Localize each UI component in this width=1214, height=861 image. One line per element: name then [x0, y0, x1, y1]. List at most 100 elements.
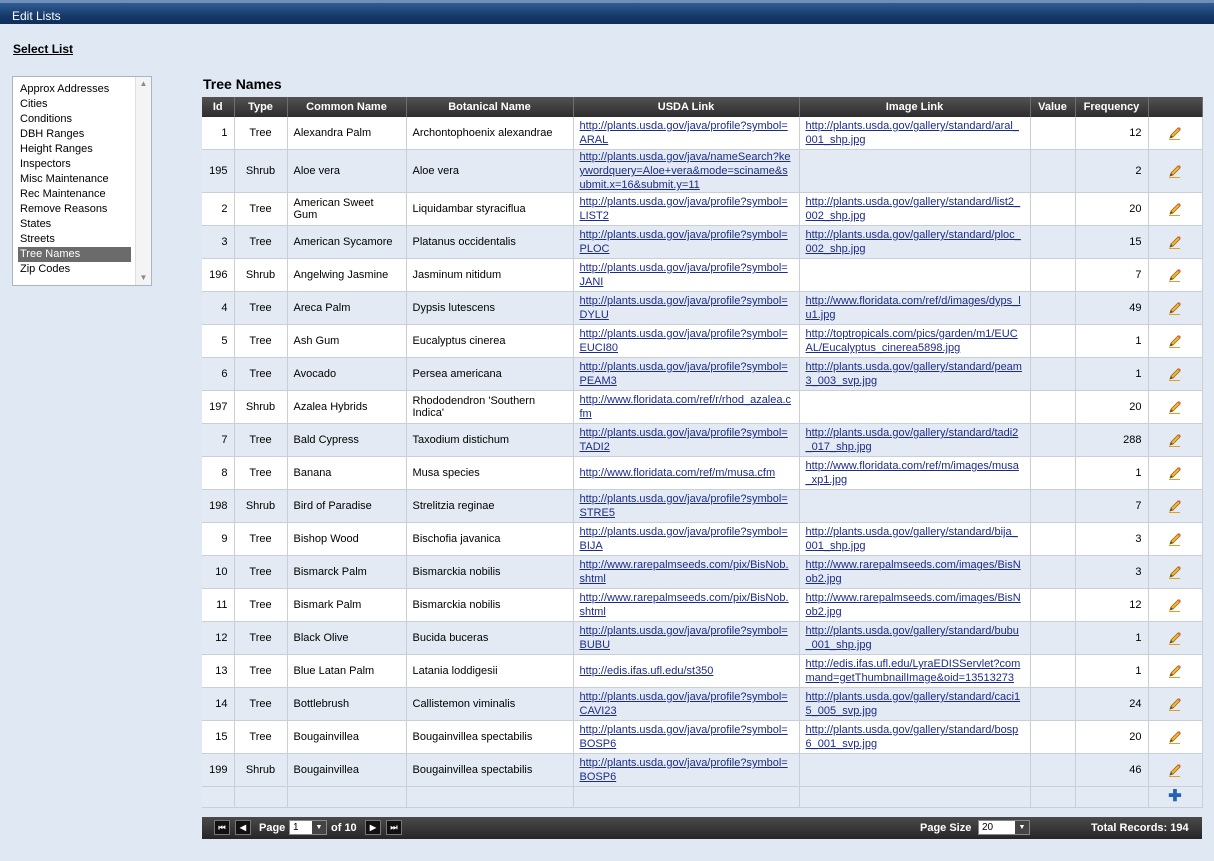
usda-link[interactable]: http://plants.usda.gov/java/profile?symb…: [580, 295, 788, 321]
column-header[interactable]: USDA Link: [573, 97, 800, 117]
usda-link[interactable]: http://plants.usda.gov/java/profile?symb…: [580, 427, 788, 453]
image-link[interactable]: http://www.floridata.com/ref/m/images/mu…: [806, 460, 1019, 486]
usda-link[interactable]: http://plants.usda.gov/java/profile?symb…: [580, 625, 788, 651]
table-row[interactable]: 4 Tree Areca Palm Dypsis lutescens http://pl…: [202, 291, 1203, 325]
usda-link[interactable]: http://www.rarepalmseeds.com/pix/BisNob.…: [580, 592, 789, 618]
column-header[interactable]: Value: [1030, 97, 1076, 117]
last-page-icon[interactable]: ⏭: [386, 820, 402, 835]
list-item[interactable]: Streets: [18, 232, 131, 247]
list-item[interactable]: Zip Codes: [18, 262, 131, 277]
table-row[interactable]: 10 Tree Bismarck Palm Bismarckia nobilis htt…: [202, 555, 1203, 589]
image-link[interactable]: http://plants.usda.gov/gallery/standard/…: [806, 196, 1021, 222]
pencil-icon[interactable]: [1167, 201, 1183, 217]
image-link[interactable]: http://plants.usda.gov/gallery/standard/…: [806, 625, 1019, 651]
usda-link[interactable]: http://plants.usda.gov/java/profile?symb…: [580, 724, 788, 750]
pencil-icon[interactable]: [1167, 597, 1183, 613]
table-row[interactable]: 197 Shrub Azalea Hybrids Rhododendron 'Sout…: [202, 390, 1203, 424]
usda-link[interactable]: http://plants.usda.gov/java/profile?symb…: [580, 120, 788, 146]
usda-link[interactable]: http://plants.usda.gov/java/profile?symb…: [580, 361, 788, 387]
image-link[interactable]: http://edis.ifas.ufl.edu/LyraEDISServlet…: [806, 658, 1021, 684]
scroll-down-icon[interactable]: ▼: [136, 271, 151, 285]
pencil-icon[interactable]: [1167, 125, 1183, 141]
table-row[interactable]: 8 Tree Banana Musa species http://www.florid…: [202, 456, 1203, 490]
pencil-icon[interactable]: [1167, 564, 1183, 580]
list-item[interactable]: Rec Maintenance: [18, 187, 131, 202]
table-row[interactable]: 12 Tree Black Olive Bucida buceras http://pl…: [202, 621, 1203, 655]
image-link[interactable]: http://plants.usda.gov/gallery/standard/…: [806, 120, 1019, 146]
usda-link[interactable]: http://plants.usda.gov/java/profile?symb…: [580, 493, 788, 519]
pencil-icon[interactable]: [1167, 300, 1183, 316]
column-header[interactable]: Frequency: [1075, 97, 1149, 117]
list-item[interactable]: Conditions: [18, 112, 131, 127]
list-item[interactable]: Approx Addresses: [18, 82, 131, 97]
image-link[interactable]: http://www.floridata.com/ref/d/images/dy…: [806, 295, 1021, 321]
table-row[interactable]: 6 Tree Avocado Persea americana http://plant…: [202, 357, 1203, 391]
usda-link[interactable]: http://plants.usda.gov/java/profile?symb…: [580, 691, 788, 717]
column-header[interactable]: Id: [202, 97, 235, 117]
list-selector[interactable]: Approx Addresses Cities Conditions DBH Rang…: [12, 76, 152, 286]
table-row[interactable]: 5 Tree Ash Gum Eucalyptus cinerea http://pla…: [202, 324, 1203, 358]
pencil-icon[interactable]: [1167, 399, 1183, 415]
image-link[interactable]: http://plants.usda.gov/gallery/standard/…: [806, 724, 1019, 750]
column-header[interactable]: Common Name: [287, 97, 407, 117]
list-scrollbar[interactable]: ▲ ▼: [135, 77, 151, 285]
prev-page-icon[interactable]: ◀: [235, 820, 251, 835]
usda-link[interactable]: http://plants.usda.gov/java/profile?symb…: [580, 328, 788, 354]
usda-link[interactable]: http://plants.usda.gov/java/nameSearch?k…: [580, 151, 791, 191]
usda-link[interactable]: http://plants.usda.gov/java/profile?symb…: [580, 757, 788, 783]
image-link[interactable]: http://plants.usda.gov/gallery/standard/…: [806, 229, 1021, 255]
table-row[interactable]: 3 Tree American Sycamore Platanus occidenta…: [202, 225, 1203, 259]
list-item[interactable]: States: [18, 217, 131, 232]
column-header[interactable]: Botanical Name: [406, 97, 574, 117]
usda-link[interactable]: http://www.floridata.com/ref/r/rhod_azal…: [580, 394, 792, 420]
chevron-down-icon[interactable]: ▼: [1015, 821, 1029, 834]
table-row[interactable]: 14 Tree Bottlebrush Callistemon viminalis ht…: [202, 687, 1203, 721]
usda-link[interactable]: http://plants.usda.gov/java/profile?symb…: [580, 262, 788, 288]
table-row[interactable]: 199 Shrub Bougainvillea Bougainvillea spect…: [202, 753, 1203, 787]
pencil-icon[interactable]: [1167, 663, 1183, 679]
list-item[interactable]: Remove Reasons: [18, 202, 131, 217]
list-item[interactable]: Cities: [18, 97, 131, 112]
image-link[interactable]: http://plants.usda.gov/gallery/standard/…: [806, 427, 1019, 453]
pencil-icon[interactable]: [1167, 163, 1183, 179]
table-row[interactable]: 198 Shrub Bird of Paradise Strelitzia regin…: [202, 489, 1203, 523]
pencil-icon[interactable]: [1167, 696, 1183, 712]
usda-link[interactable]: http://plants.usda.gov/java/profile?symb…: [580, 526, 788, 552]
list-item[interactable]: Inspectors: [18, 157, 131, 172]
table-row[interactable]: 1 Tree Alexandra Palm Archontophoenix alexa…: [202, 117, 1203, 150]
page-size-select[interactable]: 20 ▼: [978, 820, 1030, 835]
usda-link[interactable]: http://www.rarepalmseeds.com/pix/BisNob.…: [580, 559, 789, 585]
image-link[interactable]: http://plants.usda.gov/gallery/standard/…: [806, 691, 1021, 717]
image-link[interactable]: http://www.rarepalmseeds.com/images/BisN…: [806, 559, 1021, 585]
image-link[interactable]: http://plants.usda.gov/gallery/standard/…: [806, 526, 1018, 552]
image-link[interactable]: http://plants.usda.gov/gallery/standard/…: [806, 361, 1022, 387]
pencil-icon[interactable]: [1167, 432, 1183, 448]
list-item[interactable]: DBH Ranges: [18, 127, 131, 142]
table-row[interactable]: 2 Tree American Sweet Gum Liquidambar styra…: [202, 192, 1203, 226]
pencil-icon[interactable]: [1167, 234, 1183, 250]
pencil-icon[interactable]: [1167, 498, 1183, 514]
list-item[interactable]: Height Ranges: [18, 142, 131, 157]
table-row[interactable]: 11 Tree Bismark Palm Bismarckia nobilis http…: [202, 588, 1203, 622]
image-link[interactable]: http://www.rarepalmseeds.com/images/BisN…: [806, 592, 1021, 618]
table-row[interactable]: 7 Tree Bald Cypress Taxodium distichum http:…: [202, 423, 1203, 457]
column-header[interactable]: Image Link: [799, 97, 1031, 117]
column-header[interactable]: Type: [234, 97, 288, 117]
pencil-icon[interactable]: [1167, 630, 1183, 646]
usda-link[interactable]: http://www.floridata.com/ref/m/musa.cfm: [580, 467, 776, 479]
list-item[interactable]: Tree Names: [18, 247, 131, 262]
table-row[interactable]: 13 Tree Blue Latan Palm Latania loddigesii h…: [202, 654, 1203, 688]
pencil-icon[interactable]: [1167, 366, 1183, 382]
table-row[interactable]: 195 Shrub Aloe vera Aloe vera http://plants.…: [202, 149, 1203, 193]
table-row[interactable]: 196 Shrub Angelwing Jasmine Jasminum nitidu…: [202, 258, 1203, 292]
pencil-icon[interactable]: [1167, 465, 1183, 481]
pencil-icon[interactable]: [1167, 531, 1183, 547]
next-page-icon[interactable]: ▶: [365, 820, 381, 835]
chevron-down-icon[interactable]: ▼: [312, 821, 326, 834]
page-number-select[interactable]: 1 ▼: [289, 820, 327, 835]
image-link[interactable]: http://toptropicals.com/pics/garden/m1/E…: [806, 328, 1018, 354]
first-page-icon[interactable]: ⏮: [214, 820, 230, 835]
table-row[interactable]: 15 Tree Bougainvillea Bougainvillea spectab…: [202, 720, 1203, 754]
pencil-icon[interactable]: [1167, 762, 1183, 778]
pencil-icon[interactable]: [1167, 267, 1183, 283]
